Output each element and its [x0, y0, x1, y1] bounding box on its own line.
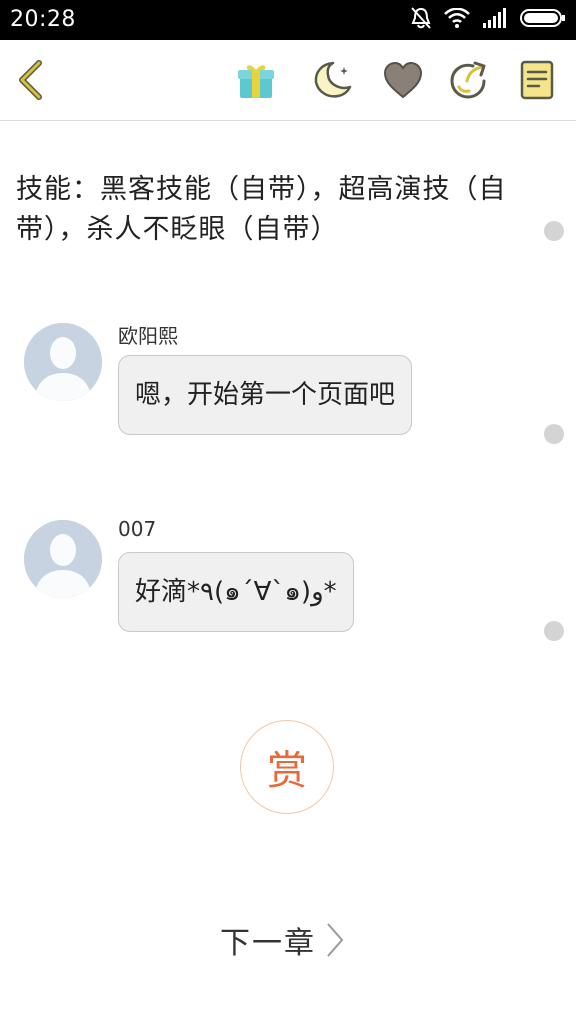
- mute-bell-icon: [410, 6, 432, 34]
- sender-name: 007: [118, 517, 157, 541]
- reward-button[interactable]: 赏: [240, 720, 334, 814]
- user-placeholder-icon: [24, 323, 102, 401]
- comment-dot[interactable]: [544, 621, 564, 641]
- favorite-button[interactable]: [381, 58, 425, 102]
- chevron-right-icon: [327, 923, 344, 957]
- message-bubble: 嗯，开始第一个页面吧: [118, 355, 413, 435]
- gift-button[interactable]: [234, 58, 278, 102]
- wifi-icon: [444, 7, 470, 32]
- story-paragraph: 技能：黑客技能（自带），超高演技（自带），杀人不眨眼（自带）: [16, 174, 507, 245]
- note-icon: [520, 60, 554, 100]
- moon-icon: [314, 61, 352, 98]
- signal-icon: [482, 8, 508, 32]
- battery-icon: [520, 8, 566, 32]
- reward-label: 赏: [267, 748, 307, 794]
- comment-dot[interactable]: [544, 221, 564, 241]
- status-time: 20:28: [10, 7, 76, 32]
- status-bar: 20:28: [0, 0, 576, 40]
- share-button[interactable]: [446, 58, 490, 102]
- notes-button[interactable]: [515, 58, 559, 102]
- back-button[interactable]: [8, 58, 52, 102]
- next-chapter-label: 下一章: [220, 926, 316, 961]
- heart-icon: [383, 61, 423, 99]
- sender-name: 欧阳熙: [118, 324, 178, 348]
- share-icon: [450, 61, 486, 99]
- next-chapter-button[interactable]: 下一章: [220, 916, 346, 964]
- gift-icon: [238, 65, 274, 98]
- avatar[interactable]: [24, 323, 102, 401]
- night-mode-button[interactable]: [310, 58, 354, 102]
- comment-dot[interactable]: [544, 424, 564, 444]
- chevron-left-icon: [19, 60, 42, 100]
- status-icons: [410, 6, 566, 34]
- message-bubble: 好滴*٩(๑´∀`๑)و*: [118, 552, 354, 632]
- avatar[interactable]: [24, 520, 102, 598]
- reader-toolbar: [0, 40, 576, 121]
- user-placeholder-icon: [24, 520, 102, 598]
